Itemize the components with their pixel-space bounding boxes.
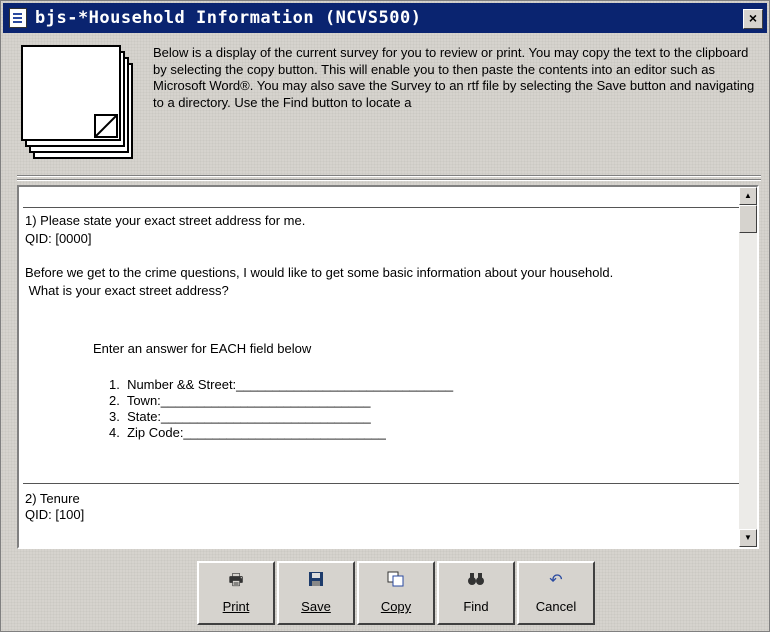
- binoculars-icon: [467, 571, 485, 591]
- copy-button[interactable]: Copy: [357, 561, 435, 625]
- question-2-title: 2) Tenure: [25, 491, 80, 506]
- save-label: Save: [301, 599, 331, 614]
- scrollbar-thumb[interactable]: [739, 205, 757, 233]
- description-text: Below is a display of the current survey…: [153, 45, 755, 110]
- title-bar[interactable]: bjs-*Household Information (NCVS500) ×: [3, 3, 767, 33]
- question-1-qid: QID: [0000]: [25, 231, 92, 246]
- cancel-label: Cancel: [535, 599, 577, 614]
- field-state: 3. State:_____________________________: [109, 409, 371, 424]
- survey-window: bjs-*Household Information (NCVS500) × B…: [0, 0, 770, 632]
- question-1-text: Before we get to the crime questions, I …: [25, 265, 614, 280]
- window-title: bjs-*Household Information (NCVS500): [35, 8, 422, 28]
- find-label: Find: [463, 599, 489, 614]
- save-button[interactable]: Save: [277, 561, 355, 625]
- field-town: 2. Town:_____________________________: [109, 393, 371, 408]
- cancel-button[interactable]: ↶ Cancel: [517, 561, 595, 625]
- vertical-scrollbar[interactable]: ▲ ▼: [739, 187, 757, 547]
- scroll-up-arrow-icon[interactable]: ▲: [739, 187, 757, 205]
- floppy-disk-icon: [308, 571, 324, 591]
- button-bar: 🖶 Print Save Copy Find ↶ Cancel: [197, 561, 599, 627]
- survey-content: 1) Please state your exact street addres…: [19, 187, 739, 547]
- print-label: Print: [222, 599, 250, 614]
- close-button[interactable]: ×: [743, 9, 763, 29]
- instruction-text: Enter an answer for EACH field below: [93, 341, 312, 356]
- printer-icon: 🖶: [228, 572, 244, 589]
- field-zip-code: 4. Zip Code:____________________________: [109, 425, 386, 440]
- field-number-street: 1. Number && Street:____________________…: [109, 377, 454, 392]
- document-stack-icon: [21, 43, 141, 163]
- header-divider-2: [17, 179, 761, 181]
- find-button[interactable]: Find: [437, 561, 515, 625]
- survey-text-area[interactable]: 1) Please state your exact street addres…: [17, 185, 759, 549]
- header-divider: [17, 175, 761, 177]
- scroll-down-arrow-icon[interactable]: ▼: [739, 529, 757, 547]
- copy-icon: [387, 571, 405, 591]
- undo-icon: ↶: [549, 572, 563, 589]
- print-button[interactable]: 🖶 Print: [197, 561, 275, 625]
- question-separator-2: [23, 483, 739, 484]
- question-separator: [23, 207, 739, 208]
- copy-label: Copy: [380, 599, 412, 614]
- question-1-title: 1) Please state your exact street addres…: [25, 213, 306, 228]
- window-document-icon: [9, 8, 27, 28]
- question-1-text-2: What is your exact street address?: [25, 283, 229, 298]
- question-2-qid: QID: [100]: [25, 507, 85, 522]
